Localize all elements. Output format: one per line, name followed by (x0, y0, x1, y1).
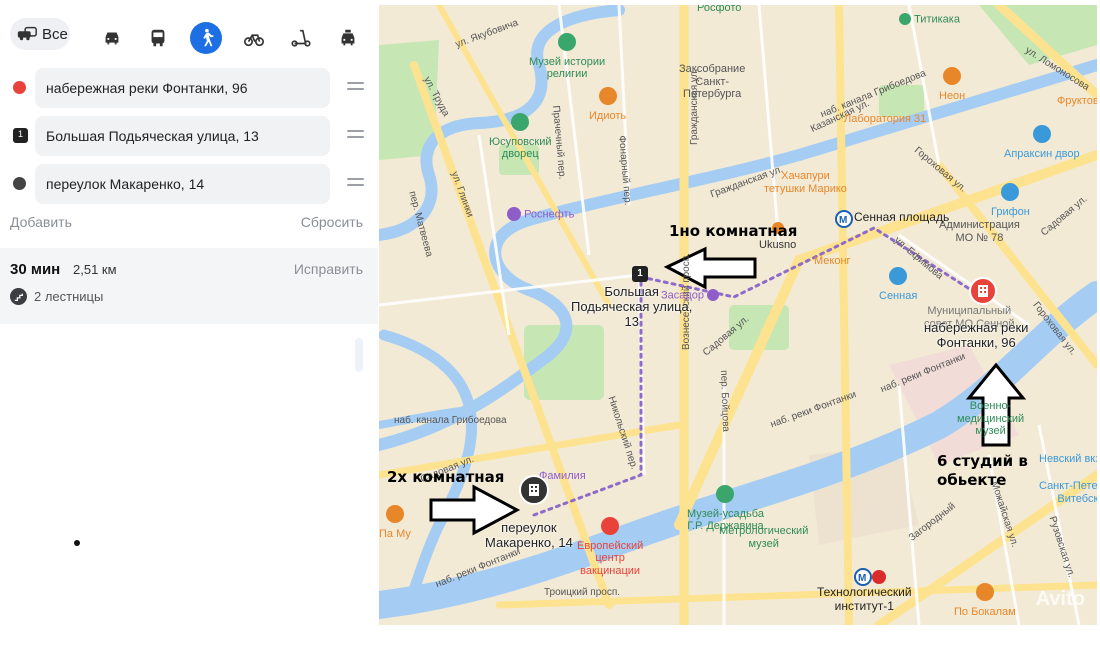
mode-all-button[interactable]: Все (10, 18, 70, 50)
annotation-two-room: 2х комнатная (387, 468, 505, 486)
poi-rosphoto[interactable]: Росфото (697, 5, 741, 15)
scooter-icon (291, 29, 311, 47)
taxi-icon (341, 29, 355, 46)
poi-sennaya[interactable]: Сенная (879, 267, 917, 302)
stairs-label: 2 лестницы (34, 289, 104, 304)
svg-text:M: M (858, 573, 866, 584)
route-distance: 2,51 км (73, 262, 117, 277)
poi-po-bokalam[interactable]: По Бокалам (954, 583, 1016, 618)
annotation-studios: 6 студий в обьекте (937, 452, 1028, 489)
waypoint-start: набережная реки Фонтанки, 96 (10, 68, 370, 108)
map-view[interactable]: M M ул. Труда ул. Якубовича ул. Глинки п… (379, 5, 1097, 625)
drag-handle-icon[interactable] (347, 82, 364, 94)
panel-collapse-handle[interactable] (355, 338, 363, 372)
poi-nevsky-vkz[interactable]: Невский вкз (1039, 453, 1097, 466)
app: Все набережная реки Фонтанки, 96 1 Больш… (0, 0, 1100, 650)
reset-route-link[interactable]: Сбросить (301, 214, 363, 230)
mode-scooter-button[interactable] (285, 22, 317, 54)
mode-bus-button[interactable] (142, 22, 174, 54)
car-icon (105, 32, 119, 45)
metro-sennaya-label[interactable]: Сенная площадь (854, 210, 949, 224)
route-summary-card[interactable]: 30 мин 2,51 км Исправить 2 лестницы (0, 248, 378, 324)
mode-taxi-button[interactable] (332, 22, 364, 54)
building-icon (529, 484, 539, 496)
fix-route-link[interactable]: Исправить (294, 261, 363, 277)
dot-mark (74, 540, 80, 546)
building-icon (978, 285, 988, 297)
metro-technological-label[interactable]: Технологический институт-1 (817, 585, 912, 613)
poi-lab31[interactable]: Лаборатория 31 (844, 113, 926, 126)
waypoint-1-marker: 1 (13, 128, 28, 143)
waypoint-a-input[interactable]: набережная реки Фонтанки, 96 (35, 68, 330, 108)
poi-vitebsky-station[interactable]: Санкт-Петербург- Витебский (1039, 480, 1097, 505)
pedestrian-icon (203, 28, 214, 47)
svg-text:M: M (839, 215, 847, 226)
poi-mekong[interactable]: Меконг (814, 255, 851, 268)
poi-grifon[interactable]: Грифон (991, 183, 1030, 218)
waypoint-a-marker (13, 81, 26, 94)
route-panel: Все набережная реки Фонтанки, 96 1 Больш… (0, 0, 378, 650)
poi-titikaka[interactable]: Титикака (899, 13, 960, 26)
add-waypoint-link[interactable]: Добавить (10, 214, 72, 230)
waypoint-intermediate: 1 Большая Подьяческая улица, 13 (10, 116, 370, 156)
poi-apraksin[interactable]: Апраксин двор (1004, 125, 1080, 160)
poi-neon[interactable]: Неон (939, 67, 965, 102)
mode-all-label: Все (42, 25, 68, 43)
mode-bicycle-button[interactable] (238, 22, 270, 54)
waypoint-actions: Добавить Сбросить (10, 214, 363, 234)
avito-watermark: Avito (1035, 588, 1085, 610)
poi-vaccination-center[interactable]: Европейский центр вакцинации (577, 517, 643, 578)
poi-idiot[interactable]: Идиоть (589, 87, 626, 122)
drag-handle-icon[interactable] (347, 178, 364, 190)
poi-rosneft[interactable]: Роснефть (507, 207, 574, 222)
poi-fruktovaya[interactable]: Фруктовая (1057, 95, 1097, 108)
stop-1-address-label: Большая Подьяческая улица, 13 (571, 284, 693, 329)
street-label: пер. Бойцова (718, 370, 732, 433)
mode-pedestrian-button[interactable] (190, 22, 222, 54)
poi-yusupov-palace[interactable]: Юсуповский дворец (489, 113, 552, 161)
mode-car-button[interactable] (96, 22, 128, 54)
start-address-label: переулок Макаренко, 14 (485, 520, 573, 550)
bus-icon (151, 29, 165, 47)
street-label: наб. канала Грибоедова (394, 415, 507, 426)
destination-address-label: набережная реки Фонтанки, 96 (924, 320, 1029, 350)
waypoint-b-marker (13, 177, 26, 190)
destination-pin[interactable] (969, 277, 997, 305)
street-label: Троицкий просп. (544, 587, 621, 598)
bicycle-icon (244, 34, 264, 47)
route-stairs-info: 2 лестницы (10, 288, 103, 305)
drag-handle-icon[interactable] (347, 130, 364, 142)
poi-zaksobranie[interactable]: Заксобрание Санкт- Петербурга (679, 63, 745, 101)
waypoint-b-input[interactable]: переулок Макаренко, 14 (35, 164, 330, 204)
poi-pa-mu[interactable]: Па Му (379, 505, 411, 540)
stop-1-marker[interactable]: 1 (632, 266, 648, 282)
waypoint-1-input[interactable]: Большая Подьяческая улица, 13 (35, 116, 330, 156)
waypoint-end: переулок Макаренко, 14 (10, 164, 370, 204)
poi-administration[interactable]: Администрация МО № 78 (939, 219, 1020, 244)
poi-museum-religion[interactable]: Музей истории религии (529, 33, 605, 81)
poi-khachapuri[interactable]: Хачапури тетушки Марико (764, 170, 847, 195)
route-duration: 30 мин (10, 261, 61, 278)
stairs-icon (10, 288, 27, 305)
poi-metrology-museum[interactable]: Метрологический музей (719, 525, 808, 550)
annotation-one-room: 1но комнатная (669, 222, 798, 240)
transport-mode-bar: Все (10, 18, 370, 58)
poi-military-medical-museum[interactable]: Военно- медицинский музей (957, 400, 1024, 438)
car-bus-icon (17, 26, 37, 41)
start-pin[interactable] (519, 475, 549, 505)
